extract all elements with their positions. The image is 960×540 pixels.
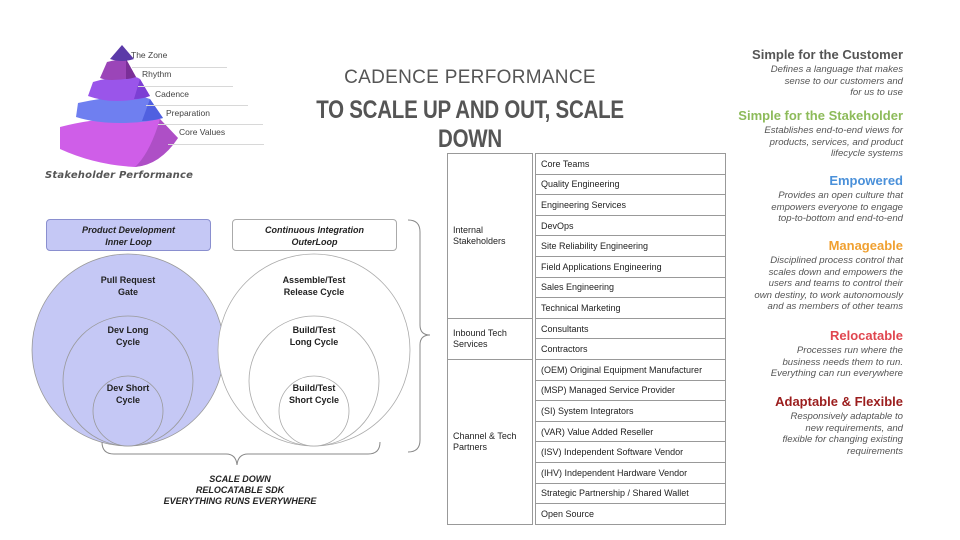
principle-title: Manageable	[828, 238, 903, 253]
principle-adaptable-flexible: Adaptable & Flexible Responsively adapta…	[673, 394, 903, 457]
outer-circle-label: Assemble/Test Release Cycle	[282, 275, 346, 297]
stakeholder-group: Inbound Tech Services	[447, 317, 533, 360]
scale-down-summary: SCALE DOWN RELOCATABLE SDK EVERYTHING RU…	[163, 474, 317, 506]
principle-empowered: Empowered Provides an open culture that e…	[673, 173, 903, 225]
principle-description: Establishes end-to-end views for products…	[764, 125, 903, 159]
outer-circle-label: Build/Test Short Cycle	[288, 383, 339, 405]
principle-manageable: Manageable Disciplined process control t…	[673, 238, 903, 313]
stakeholder-item: Strategic Partnership / Shared Wallet	[535, 482, 726, 505]
stakeholder-group-name: Partners	[453, 441, 488, 452]
principle-simple-customer: Simple for the Customer Defines a langua…	[673, 47, 903, 99]
principle-title: Empowered	[829, 173, 903, 188]
bottom-brace	[101, 441, 381, 466]
principle-title: Simple for the Customer	[752, 47, 903, 62]
stakeholder-group-name: Internal	[453, 224, 484, 235]
stakeholder-item: Open Source	[535, 503, 726, 525]
stakeholder-group: Internal Stakeholders	[447, 153, 533, 319]
principle-simple-stakeholder: Simple for the Stakeholder Establishes e…	[673, 108, 903, 160]
principle-relocatable: Relocatable Processes run where the busin…	[673, 328, 903, 380]
principle-title: Relocatable	[830, 328, 903, 343]
inner-circle-label: Dev Long Cycle	[107, 325, 149, 347]
principle-description: Disciplined process control that scales d…	[754, 255, 903, 312]
stakeholder-item: (IHV) Independent Hardware Vendor	[535, 462, 726, 484]
stakeholder-group: Channel & Tech Partners	[447, 359, 533, 525]
principle-description: Defines a language that makes sense to ou…	[770, 64, 903, 98]
stakeholder-group-name: Stakeholders	[453, 235, 506, 246]
principle-title: Simple for the Stakeholder	[738, 108, 903, 123]
outer-circle-label: Build/Test Long Cycle	[289, 325, 339, 347]
stakeholder-group-name: Services	[453, 338, 488, 349]
principle-description: Processes run where the business needs th…	[770, 345, 903, 379]
stakeholder-group-name: Inbound Tech	[453, 327, 507, 338]
principle-description: Provides an open culture that empowers ev…	[771, 190, 903, 224]
inner-circle-label: Dev Short Cycle	[106, 383, 150, 405]
right-brace	[407, 219, 431, 453]
principle-title: Adaptable & Flexible	[775, 394, 903, 409]
stakeholder-group-name: Channel & Tech	[453, 430, 517, 441]
principle-description: Responsively adaptable to new requirement…	[782, 411, 903, 457]
inner-circle-label: Pull Request Gate	[100, 275, 156, 297]
